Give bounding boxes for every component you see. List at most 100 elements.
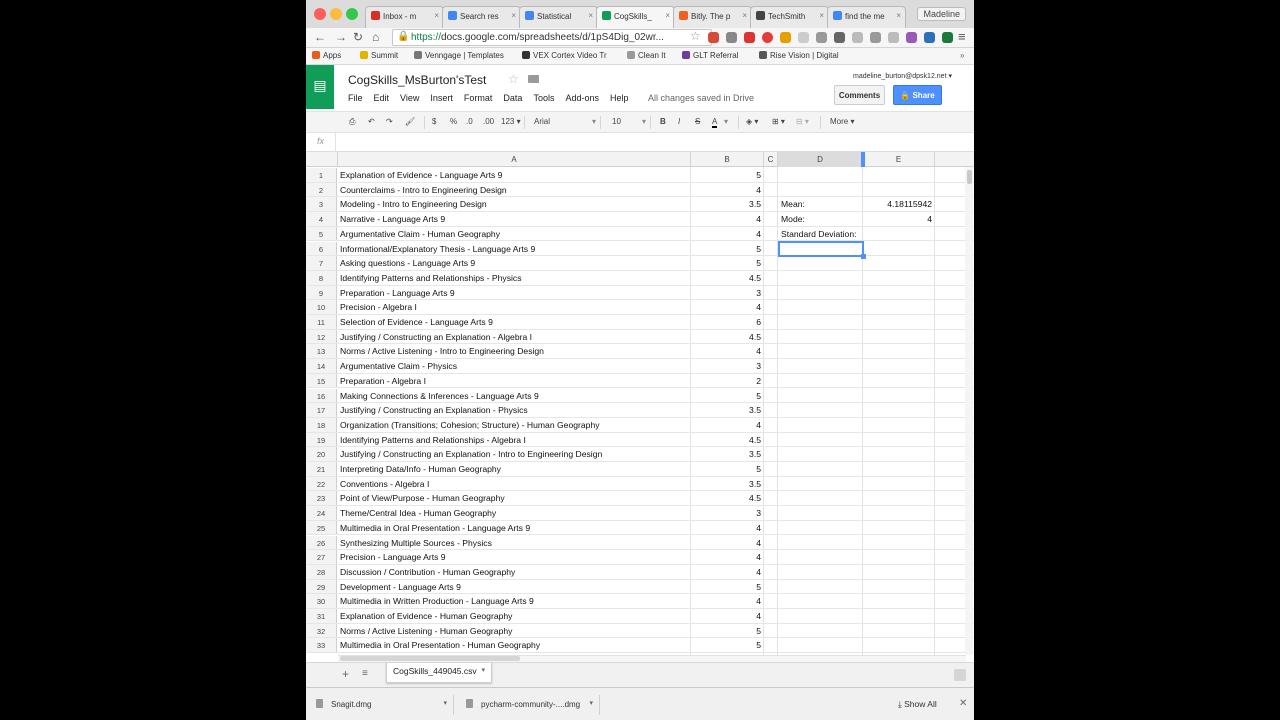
cell-a[interactable]: Making Connections & Inferences - Langua…: [340, 391, 539, 401]
row-number[interactable]: 30: [306, 594, 337, 608]
number-format-button[interactable]: 123 ▾: [501, 117, 521, 126]
profile-button[interactable]: Madeline: [917, 7, 966, 21]
row-number[interactable]: 27: [306, 550, 337, 564]
row-number[interactable]: 25: [306, 520, 337, 535]
cell-b[interactable]: 5: [691, 258, 761, 268]
browser-tab[interactable]: Inbox - m ×: [365, 6, 444, 28]
extension-icon-11[interactable]: [888, 32, 899, 43]
cell-b[interactable]: 4.5: [691, 493, 761, 503]
cell-a[interactable]: Norms / Active Listening - Human Geograp…: [340, 626, 512, 636]
cell-a[interactable]: Multimedia in Written Production - Langu…: [340, 596, 534, 606]
sheet-tab[interactable]: CogSkills_449045.csv ▾: [386, 663, 492, 683]
row-number[interactable]: 19: [306, 432, 337, 447]
extension-icon-13[interactable]: [924, 32, 935, 43]
cell-a[interactable]: Informational/Explanatory Thesis - Langu…: [340, 244, 535, 254]
cell-a[interactable]: Point of View/Purpose - Human Geography: [340, 493, 505, 503]
cell-a[interactable]: Conventions - Algebra I: [340, 479, 429, 489]
text-color-button[interactable]: A: [712, 117, 718, 128]
browser-tab[interactable]: Bitly. The p ×: [673, 6, 752, 28]
column-header-c[interactable]: C: [764, 152, 778, 167]
cell-b[interactable]: 4: [691, 611, 761, 621]
bookmark-rise-vision[interactable]: Rise Vision | Digital: [759, 51, 865, 60]
cell-a[interactable]: Counterclaims - Intro to Engineering Des…: [340, 185, 507, 195]
cell-b[interactable]: 5: [691, 626, 761, 636]
bookmark-venngage[interactable]: Venngage | Templates: [414, 51, 504, 60]
italic-button[interactable]: I: [678, 117, 680, 126]
fill-color-icon[interactable]: ◈ ▾: [746, 117, 758, 126]
row-number[interactable]: 22: [306, 476, 337, 491]
row-number[interactable]: 23: [306, 491, 337, 506]
bookmark-apps[interactable]: Apps: [312, 51, 341, 60]
extension-icon-1[interactable]: [708, 32, 719, 43]
cell-b[interactable]: 4: [691, 420, 761, 430]
close-tab-icon[interactable]: ×: [434, 11, 439, 20]
row-number[interactable]: 29: [306, 579, 337, 594]
browser-tab[interactable]: TechSmith ×: [750, 6, 829, 28]
percent-format-button[interactable]: %: [450, 117, 457, 126]
row-number[interactable]: 12: [306, 329, 337, 344]
cell-b[interactable]: 3.5: [691, 405, 761, 415]
all-sheets-icon[interactable]: ≡: [362, 668, 368, 679]
menu-item-help[interactable]: Help: [610, 93, 629, 103]
cell-a[interactable]: Norms / Active Listening - Intro to Engi…: [340, 346, 544, 356]
extension-icon-14[interactable]: [942, 32, 953, 43]
cell-a[interactable]: Organization (Transitions; Cohesion; Str…: [340, 420, 600, 430]
chrome-menu-icon[interactable]: ≡: [958, 29, 966, 44]
extension-icon-12[interactable]: [906, 32, 917, 43]
home-icon[interactable]: ⌂: [372, 30, 379, 44]
cell-e[interactable]: 4: [864, 214, 932, 224]
zoom-window-icon[interactable]: [346, 8, 358, 20]
cell-a[interactable]: Preparation - Language Arts 9: [340, 288, 455, 298]
cell-a[interactable]: Multimedia in Oral Presentation - Langua…: [340, 523, 530, 533]
browser-tab[interactable]: CogSkills_ ×: [596, 6, 675, 28]
row-number[interactable]: 32: [306, 623, 337, 638]
row-number[interactable]: 21: [306, 462, 337, 476]
row-number[interactable]: 1: [306, 168, 337, 182]
cell-d[interactable]: Standard Deviation:: [781, 229, 856, 239]
bookmark-star-icon[interactable]: ☆: [690, 29, 701, 43]
cell-b[interactable]: 4: [691, 229, 761, 239]
close-tab-icon[interactable]: ×: [819, 11, 824, 20]
cell-a[interactable]: Multimedia in Oral Presentation - Human …: [340, 640, 540, 650]
horizontal-scrollbar-thumb[interactable]: [340, 656, 520, 661]
extension-icon-7[interactable]: [816, 32, 827, 43]
cell-a[interactable]: Justifying / Constructing an Explanation…: [340, 332, 532, 342]
cell-b[interactable]: 5: [691, 391, 761, 401]
undo-icon[interactable]: ↶: [368, 117, 375, 126]
chevron-down-icon[interactable]: ▾: [481, 666, 485, 674]
cell-b[interactable]: 5: [691, 640, 761, 650]
document-title[interactable]: CogSkills_MsBurton'sTest: [348, 73, 486, 87]
bookmark-vex[interactable]: VEX Cortex Video Tr: [522, 51, 612, 60]
cell-b[interactable]: 6: [691, 317, 761, 327]
print-icon[interactable]: ⎙: [349, 117, 355, 127]
vertical-scrollbar-thumb[interactable]: [967, 170, 972, 184]
row-number[interactable]: 4: [306, 212, 337, 226]
cell-a[interactable]: Theme/Central Idea - Human Geography: [340, 508, 496, 518]
cell-a[interactable]: Explanation of Evidence - Language Arts …: [340, 170, 502, 180]
back-icon[interactable]: ←: [314, 30, 326, 44]
cell-b[interactable]: 4: [691, 214, 761, 224]
row-number[interactable]: 31: [306, 609, 337, 623]
folder-icon[interactable]: [528, 75, 539, 83]
row-number[interactable]: 28: [306, 564, 337, 579]
cell-a[interactable]: Explanation of Evidence - Human Geograph…: [340, 611, 512, 621]
cell-b[interactable]: 4: [691, 523, 761, 533]
strikethrough-button[interactable]: S: [695, 117, 700, 126]
cell-a[interactable]: Argumentative Claim - Human Geography: [340, 229, 500, 239]
row-number[interactable]: 20: [306, 447, 337, 461]
row-number[interactable]: 15: [306, 373, 337, 388]
close-tab-icon[interactable]: ×: [511, 11, 516, 20]
row-number[interactable]: 2: [306, 182, 337, 197]
extension-icon-10[interactable]: [870, 32, 881, 43]
download-item[interactable]: Snagit.dmg ▾: [306, 695, 454, 715]
fill-handle[interactable]: [861, 254, 866, 260]
column-header-a[interactable]: A: [338, 152, 691, 167]
cell-b[interactable]: 3: [691, 508, 761, 518]
browser-tab[interactable]: Statistical ×: [519, 6, 598, 28]
extension-icon-9[interactable]: [852, 32, 863, 43]
close-tab-icon[interactable]: ×: [742, 11, 747, 20]
cell-b[interactable]: 5: [691, 170, 761, 180]
close-window-icon[interactable]: [314, 8, 326, 20]
browser-tab[interactable]: Search res ×: [442, 6, 521, 28]
bookmark-glt[interactable]: GLT Referral: [682, 51, 739, 60]
